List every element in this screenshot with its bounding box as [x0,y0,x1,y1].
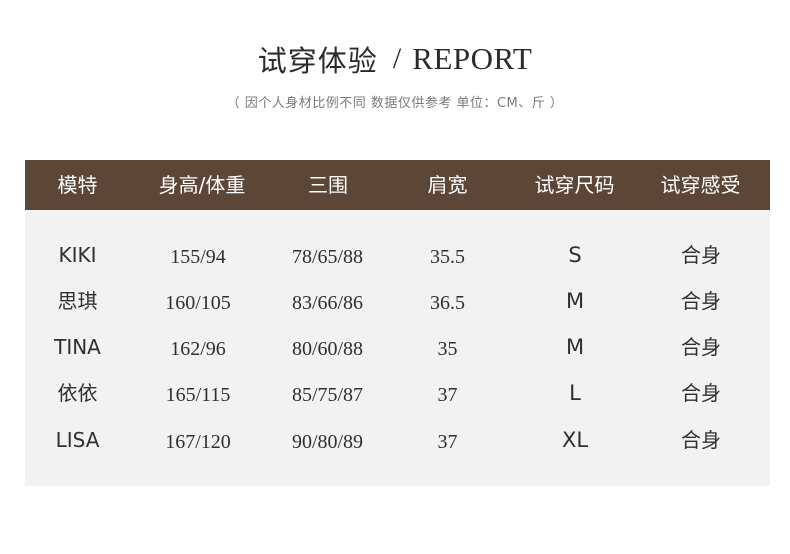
cell-row1-model: KIKI [58,243,97,267]
cell-row3-measurements: 80/60/88 [291,338,364,360]
cell-row5-shoulder: 37 [437,431,458,453]
cell-row1-size: S [568,243,582,267]
title-main: 试穿体验 [257,44,378,78]
table-header: 模特 身高/体重 三围 肩宽 试穿尺码 试穿感受 [25,160,770,210]
title-sub: REPORT [412,41,533,76]
cell-row3-model: TINA [54,335,101,359]
header-measurements: 三围 [308,173,348,197]
cell-row3-feel: 合身 [681,335,721,359]
cell-row3-size: M [565,335,585,359]
cell-row2-feel: 合身 [681,289,721,313]
title-slash: / [392,42,402,75]
cell-row1-measurements: 78/65/88 [291,246,364,268]
cell-row4-size: L [569,381,581,405]
cell-row4-measurements: 85/75/87 [291,384,364,406]
page-title: 试穿体验 / REPORT [0,38,790,80]
cell-row2-measurements: 83/66/86 [291,292,364,314]
fitting-report-table: 模特 身高/体重 三围 肩宽 试穿尺码 试穿感受 KIKI 155/94 78/… [25,160,770,486]
cell-row4-height-weight: 165/115 [165,384,231,406]
cell-row1-shoulder: 35.5 [430,246,465,268]
cell-row1-feel: 合身 [681,243,721,267]
header-fit-size: 试穿尺码 [534,173,615,197]
cell-row2-size: M [565,289,585,313]
measurement-note: （ 因个人身材比例不同 数据仅供参考 单位：CM、斤 ） [226,96,564,111]
cell-row2-shoulder: 36.5 [430,292,465,314]
cell-row3-shoulder: 35 [437,338,458,360]
cell-row4-model: 依依 [57,381,98,405]
cell-row5-model: LISA [55,428,100,452]
cell-row5-feel: 合身 [681,428,721,452]
cell-row1-height-weight: 155/94 [170,246,226,268]
header-fit-feel: 试穿感受 [660,173,741,197]
cell-row5-height-weight: 167/120 [165,431,231,453]
header-height-weight: 身高/体重 [158,173,246,197]
cell-row5-measurements: 90/80/89 [291,431,364,453]
cell-row4-feel: 合身 [681,381,721,405]
cell-row3-height-weight: 162/96 [170,338,226,360]
cell-row4-shoulder: 37 [437,384,458,406]
cell-row2-model: 思琪 [57,289,98,313]
cell-row2-height-weight: 160/105 [165,292,231,314]
cell-row5-size: XL [561,428,589,452]
header-shoulder: 肩宽 [427,173,468,197]
header-model: 模特 [57,173,98,197]
